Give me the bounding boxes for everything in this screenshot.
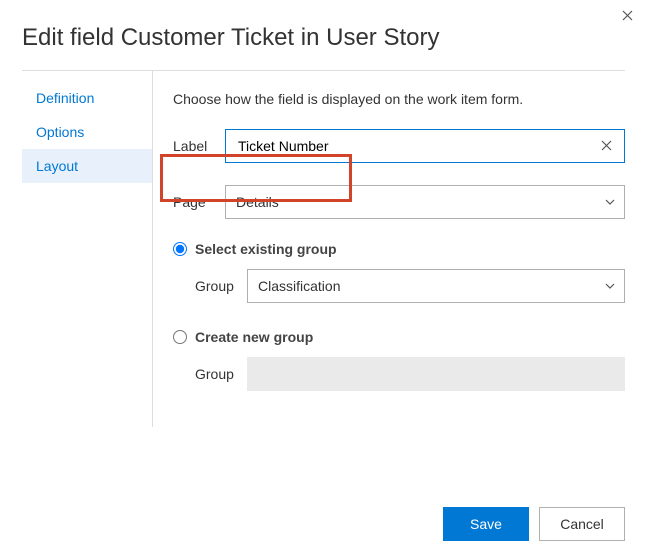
radio-new-label: Create new group [195,329,313,345]
panel-description: Choose how the field is displayed on the… [173,91,625,107]
clear-label-button[interactable] [597,134,616,158]
label-row: Label [173,129,625,163]
page-row: Page Details [173,185,625,219]
close-icon [601,140,612,151]
radio-existing-input[interactable] [173,242,187,256]
group-new-row: Group [195,357,625,391]
group-new-label: Group [195,366,247,382]
dialog-footer: Save Cancel [443,507,625,541]
radio-new-input[interactable] [173,330,187,344]
group-new-input [247,357,625,391]
group-existing-row: Group Classification [195,269,625,303]
close-icon [622,10,633,21]
chevron-down-icon [604,196,616,208]
group-select[interactable]: Classification [247,269,625,303]
dialog-title: Edit field Customer Ticket in User Story [22,24,625,52]
radio-existing-label: Select existing group [195,241,337,257]
label-input-wrapper[interactable] [225,129,625,163]
main-panel: Choose how the field is displayed on the… [152,71,625,427]
chevron-down-icon [604,280,616,292]
radio-existing-group[interactable]: Select existing group [173,241,625,257]
group-select-value: Classification [258,278,604,294]
page-select[interactable]: Details [225,185,625,219]
group-existing-label: Group [195,278,247,294]
label-field-label: Label [173,138,225,154]
sidebar-item-options[interactable]: Options [22,115,152,149]
cancel-button[interactable]: Cancel [539,507,625,541]
radio-new-group[interactable]: Create new group [173,329,625,345]
save-button[interactable]: Save [443,507,529,541]
sidebar-item-definition[interactable]: Definition [22,81,152,115]
page-field-label: Page [173,194,225,210]
page-select-value: Details [236,194,604,210]
close-button[interactable] [622,8,633,25]
sidebar-item-layout[interactable]: Layout [22,149,152,183]
sidebar: Definition Options Layout [22,71,152,427]
label-input[interactable] [236,130,597,162]
